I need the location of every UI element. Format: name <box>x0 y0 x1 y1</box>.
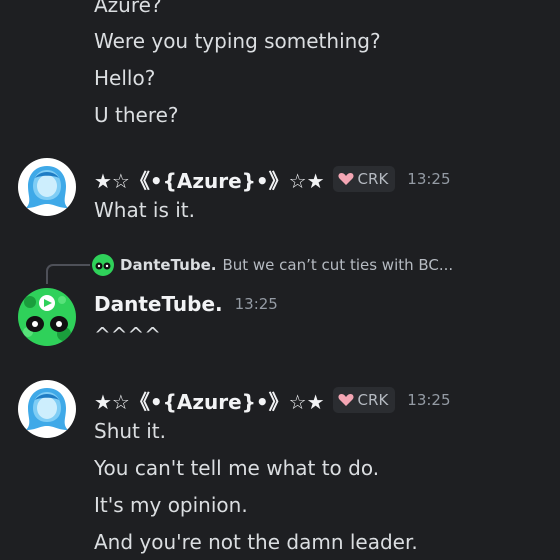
message-line: Were you typing something? <box>94 29 381 53</box>
timestamp: 13:25 <box>407 170 451 188</box>
reply-username: DanteTube. <box>120 256 217 274</box>
message-line: What is it. <box>94 198 195 222</box>
timestamp: 13:25 <box>234 295 278 313</box>
message-header: DanteTube. 13:25 <box>94 290 278 318</box>
message-header: ★☆《•{Azure}•》☆★ CRK 13:25 <box>94 165 451 193</box>
message-line: Azure? <box>94 0 162 17</box>
badge-label: CRK <box>357 170 389 188</box>
dante-mini-avatar <box>92 254 114 276</box>
dante-avatar[interactable] <box>18 288 76 346</box>
username[interactable]: ★☆《•{Azure}•》☆★ <box>94 386 325 415</box>
message-line: And you're not the damn leader. <box>94 530 418 554</box>
reply-text: But we can’t cut ties with BC... <box>222 256 454 274</box>
message-line: U there? <box>94 103 179 127</box>
azure-avatar[interactable] <box>18 158 76 216</box>
role-badge[interactable]: CRK <box>332 166 396 192</box>
role-badge[interactable]: CRK <box>332 387 396 413</box>
username[interactable]: DanteTube. <box>94 292 223 316</box>
azure-avatar[interactable] <box>18 380 76 438</box>
message-header: ★☆《•{Azure}•》☆★ CRK 13:25 <box>94 386 451 414</box>
reply-preview[interactable]: DanteTube. But we can’t cut ties with BC… <box>92 254 453 276</box>
badge-label: CRK <box>357 391 389 409</box>
reply-spine <box>46 264 90 284</box>
heart-icon <box>338 173 354 185</box>
username[interactable]: ★☆《•{Azure}•》☆★ <box>94 165 325 194</box>
message-line: Shut it. <box>94 419 167 443</box>
message-line: ^^^^ <box>94 323 162 347</box>
message-line: Hello? <box>94 66 156 90</box>
chat-messages: Azure? Were you typing something? Hello?… <box>0 0 560 560</box>
message-line: You can't tell me what to do. <box>94 456 380 480</box>
message-line: It's my opinion. <box>94 493 248 517</box>
timestamp: 13:25 <box>407 391 451 409</box>
heart-icon <box>338 394 354 406</box>
